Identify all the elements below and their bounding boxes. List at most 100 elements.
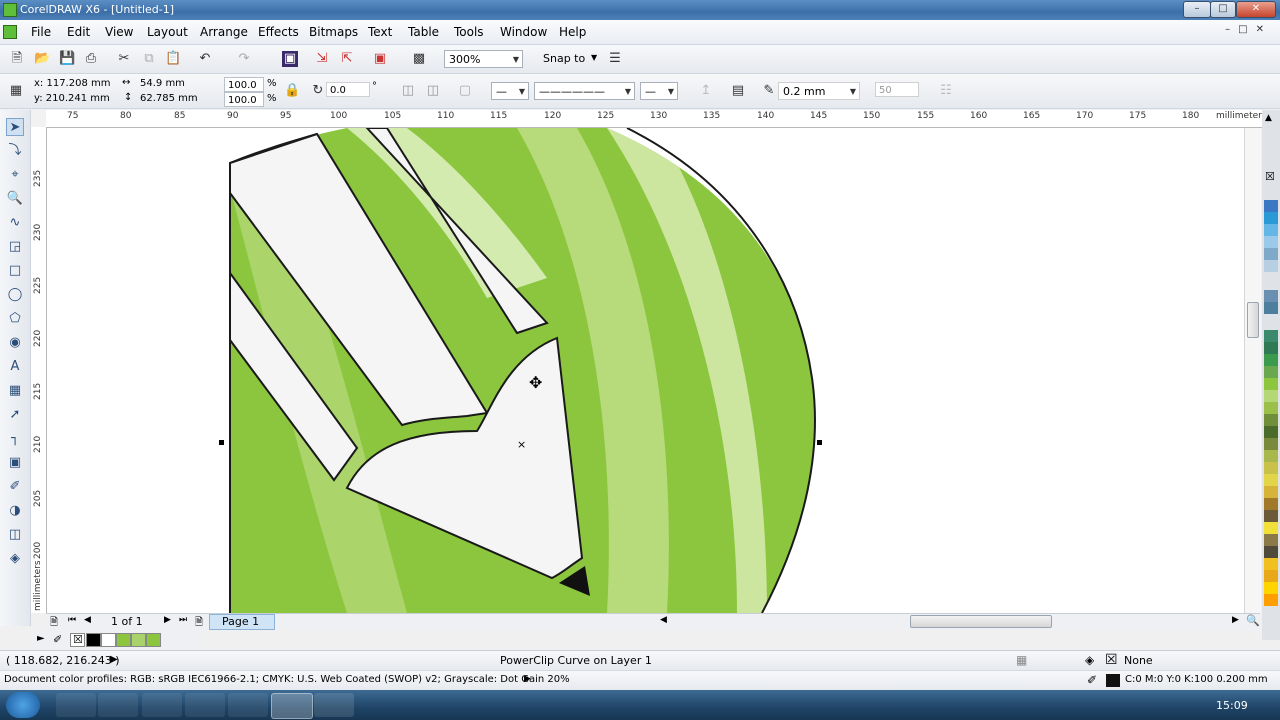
options-icon[interactable]: ☰ (607, 51, 623, 67)
lock-ratio-icon[interactable]: 🔒 (284, 83, 300, 99)
palette-swatch[interactable] (1264, 302, 1278, 314)
start-button[interactable] (6, 692, 40, 718)
mirror-vertical-icon[interactable]: ◫ (425, 83, 441, 99)
paste-icon[interactable]: 📋 (165, 51, 181, 67)
swatch-green-mid[interactable] (131, 633, 146, 647)
undo-icon[interactable]: ↶ (197, 51, 213, 67)
no-color-swatch[interactable]: ☒ (70, 633, 85, 647)
palette-swatch[interactable] (1264, 342, 1278, 354)
no-color-icon[interactable]: ☒ (1265, 170, 1275, 183)
palette-swatch[interactable] (1264, 248, 1278, 260)
add-page-icon[interactable]: 🗎 (50, 615, 58, 632)
zoom-navigator-icon[interactable]: 🔍 (1246, 614, 1260, 627)
palette-swatch[interactable] (1264, 546, 1278, 558)
page-tab[interactable]: Page 1 (209, 614, 275, 630)
previous-page-icon[interactable]: ◀ (84, 615, 91, 625)
last-page-icon[interactable]: ⏭ (179, 615, 187, 625)
zoom-levels-combo[interactable]: 300% ▼ (444, 50, 523, 68)
redo-icon[interactable]: ↷ (236, 51, 252, 67)
outline-pen-icon[interactable]: ✎ (761, 83, 777, 99)
text-tool-icon[interactable]: A (6, 358, 24, 376)
connector-tool-icon[interactable]: ┐ (6, 430, 24, 448)
outline-style-combo[interactable]: —————— ▼ (534, 82, 635, 100)
palette-swatch[interactable] (1264, 450, 1278, 462)
profiles-arrow-icon[interactable]: ▶ (524, 674, 531, 684)
scroll-right-icon[interactable]: ▶ (1232, 615, 1239, 625)
document-icon[interactable] (3, 25, 17, 39)
start-arrow-combo[interactable]: — ▼ (491, 82, 529, 100)
basic-shapes-tool-icon[interactable]: ◉ (6, 334, 24, 352)
palette-swatch[interactable] (1264, 390, 1278, 402)
outline-pen-tool-icon[interactable]: ◑ (6, 502, 24, 520)
palette-swatch[interactable] (1264, 498, 1278, 510)
menu-help[interactable]: Help (559, 25, 586, 39)
selection-handle[interactable] (817, 440, 822, 445)
object-height[interactable]: 62.785 mm (140, 93, 198, 104)
palette-swatch[interactable] (1264, 510, 1278, 522)
selection-handle[interactable] (219, 440, 224, 445)
swatch-white[interactable] (101, 633, 116, 647)
add-page-after-icon[interactable]: 🗎 (195, 615, 203, 632)
freehand-tool-icon[interactable]: ∿ (6, 214, 24, 232)
horizontal-scroll-thumb[interactable] (910, 615, 1052, 628)
taskbar-app-icon[interactable] (185, 693, 225, 717)
palette-swatch[interactable] (1264, 474, 1278, 486)
swatch-black[interactable] (86, 633, 101, 647)
rotation-center-marker[interactable]: × (517, 438, 526, 451)
palette-swatch[interactable] (1264, 438, 1278, 450)
vertical-scroll-thumb[interactable] (1247, 302, 1259, 338)
search-content-icon[interactable]: ▣ (282, 51, 298, 67)
palette-swatch[interactable] (1264, 570, 1278, 582)
palette-swatch[interactable] (1264, 236, 1278, 248)
convert-to-curves-icon[interactable]: ▢ (457, 83, 473, 99)
table-tool-icon[interactable]: ▦ (6, 382, 24, 400)
wrap-text-icon[interactable]: ↥ (698, 83, 714, 99)
x-position[interactable]: x: 117.208 mm (34, 78, 110, 89)
smart-fill-tool-icon[interactable]: ◲ (6, 238, 24, 256)
palette-swatch[interactable] (1264, 224, 1278, 236)
print-icon[interactable]: ⎙ (83, 51, 99, 67)
crop-tool-icon[interactable]: ⌖ (6, 166, 24, 184)
horizontal-ruler[interactable]: 75 80 85 90 95 100 105 110 115 120 125 1… (46, 110, 1268, 128)
interactive-fill-icon[interactable]: ◈ (6, 550, 24, 568)
pick-tool-icon[interactable]: ➤ (6, 118, 24, 136)
rotation-angle-field[interactable]: 0.0 (326, 82, 370, 97)
zoom-tool-icon[interactable]: 🔍 (6, 190, 24, 208)
wrap-paragraph-icon[interactable]: ▤ (730, 83, 746, 99)
export-icon[interactable]: ⇱ (339, 51, 355, 67)
outline-width-combo[interactable]: 0.2 mm ▼ (778, 82, 860, 100)
import-icon[interactable]: ⇲ (314, 51, 330, 67)
new-document-icon[interactable]: 🗎 (9, 51, 25, 67)
palette-swatch[interactable] (1264, 414, 1278, 426)
menu-table[interactable]: Table (408, 25, 439, 39)
drawing-canvas[interactable]: × ✥ (47, 128, 1254, 613)
eyedropper-icon[interactable]: ✐ (53, 633, 62, 646)
vertical-scrollbar[interactable] (1244, 128, 1261, 613)
menu-tools[interactable]: Tools (454, 25, 484, 39)
palette-swatch[interactable] (1264, 290, 1278, 302)
outline-pen-status-icon[interactable]: ✐ (1087, 673, 1097, 687)
taskbar-folder-icon[interactable] (98, 693, 138, 717)
ruler-corner[interactable] (31, 110, 47, 128)
pencil-illustration[interactable]: × ✥ (47, 128, 1254, 613)
snap-to-label[interactable]: Snap to (543, 52, 585, 65)
palette-swatch[interactable] (1264, 330, 1278, 342)
dimension-tool-icon[interactable]: ➚ (6, 406, 24, 424)
swatch-green-dark[interactable] (116, 633, 131, 647)
rectangle-tool-icon[interactable]: □ (6, 262, 24, 280)
save-icon[interactable]: 💾 (59, 51, 75, 67)
maximize-button[interactable]: □ (1210, 1, 1236, 18)
minimize-button[interactable]: – (1183, 1, 1211, 18)
mirror-horizontal-icon[interactable]: ◫ (400, 83, 416, 99)
menu-window[interactable]: Window (500, 25, 547, 39)
menu-edit[interactable]: Edit (67, 25, 90, 39)
y-position[interactable]: y: 210.241 mm (34, 93, 110, 104)
color-eyedropper-icon[interactable]: ✐ (6, 478, 24, 496)
mdi-window-buttons[interactable]: –□✕ (1225, 24, 1272, 35)
palette-swatch[interactable] (1264, 522, 1278, 534)
palette-swatch[interactable] (1264, 486, 1278, 498)
palette-swatch[interactable] (1264, 366, 1278, 378)
coreldraw-app-icon[interactable] (3, 3, 17, 17)
expand-arrow-icon[interactable]: ▶ (110, 654, 118, 665)
fill-tool-icon[interactable]: ◫ (6, 526, 24, 544)
